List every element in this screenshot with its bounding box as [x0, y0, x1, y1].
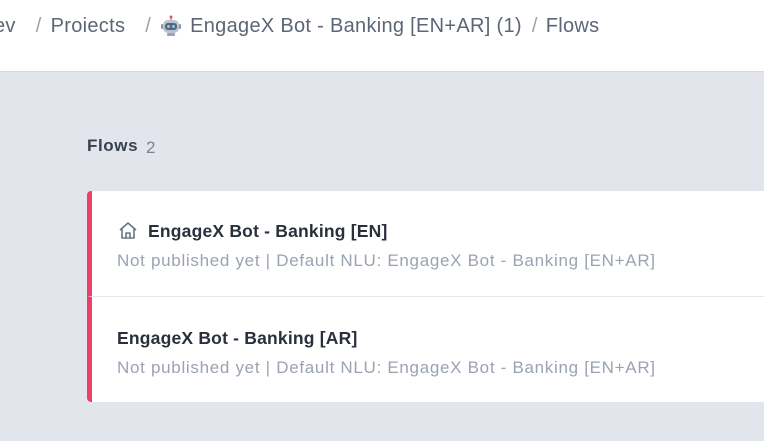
flow-subtitle: Not published yet | Default NLU: EngageX… [117, 358, 656, 377]
flow-list: EngageX Bot - Banking [EN] Not published… [87, 191, 764, 402]
breadcrumb-item-workspace[interactable]: ev [0, 15, 16, 38]
section-title: Flows [87, 136, 139, 155]
top-bar: ev / Proiects / EngageX Bot - Banking [E… [0, 0, 764, 72]
breadcrumb: ev / Proiects / EngageX Bot - Banking [E… [0, 14, 599, 38]
flow-item[interactable]: EngageX Bot - Banking [AR] Not published… [87, 296, 764, 402]
flow-title-row: EngageX Bot - Banking [EN] [117, 220, 388, 242]
flow-name: EngageX Bot - Banking [AR] [117, 328, 358, 348]
breadcrumb-item-bot[interactable]: EngageX Bot - Banking [EN+AR] (1) [190, 15, 522, 38]
breadcrumb-separator: / [145, 14, 152, 37]
flow-name: EngageX Bot - Banking [EN] [148, 220, 388, 241]
section-count: 2 [146, 138, 156, 157]
home-icon [117, 220, 139, 242]
robot-icon [160, 15, 182, 37]
breadcrumb-separator: / [531, 14, 538, 37]
breadcrumb-item-projects[interactable]: Proiects [51, 15, 126, 38]
flow-subtitle: Not published yet | Default NLU: EngageX… [117, 251, 656, 270]
breadcrumb-separator: / [35, 14, 42, 37]
flow-item[interactable]: EngageX Bot - Banking [EN] Not published… [87, 191, 764, 296]
flow-title-row: EngageX Bot - Banking [AR] [117, 328, 357, 349]
breadcrumb-item-flows: Flows [545, 14, 600, 37]
